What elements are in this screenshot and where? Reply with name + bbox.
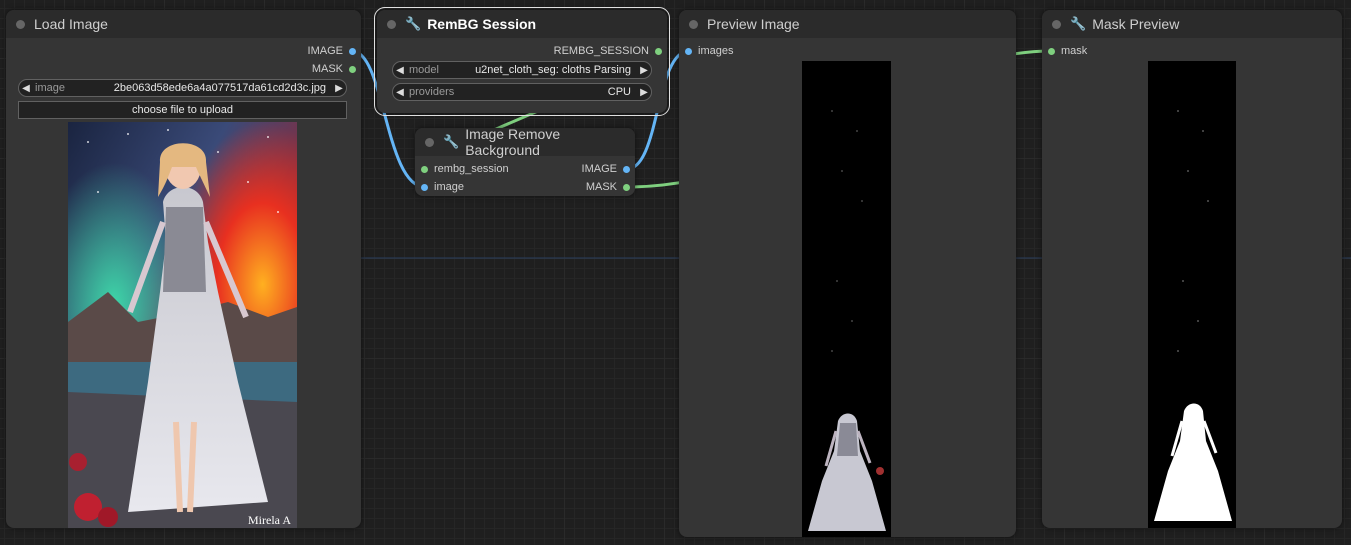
node-title-bar[interactable]: 🔧 RemBG Session bbox=[377, 10, 667, 38]
collapse-dot[interactable] bbox=[425, 137, 434, 147]
collapse-dot[interactable] bbox=[387, 19, 396, 29]
loaded-image-preview: Mirela A bbox=[68, 122, 297, 528]
arrow-right-icon[interactable]: ▶ bbox=[332, 83, 346, 94]
arrow-left-icon[interactable]: ◀ bbox=[19, 83, 33, 94]
node-title-bar[interactable]: Load Image bbox=[6, 10, 361, 38]
mask-image-preview bbox=[1148, 61, 1236, 528]
model-combo-widget[interactable]: ◀ model u2net_cloth_seg: cloths Parsing … bbox=[392, 61, 652, 79]
node-title-bar[interactable]: 🔧 Mask Preview bbox=[1042, 10, 1342, 38]
wrench-icon: 🔧 bbox=[1070, 16, 1087, 31]
wrench-icon: 🔧 bbox=[443, 134, 460, 149]
output-dot-mask[interactable] bbox=[623, 183, 630, 191]
node-title: Image Remove Background bbox=[465, 126, 561, 158]
arrow-left-icon[interactable]: ◀ bbox=[393, 87, 407, 98]
input-slot-rembg-session[interactable]: rembg_session bbox=[415, 160, 509, 178]
wrench-icon: 🔧 bbox=[405, 16, 422, 31]
input-slot-image[interactable]: image bbox=[415, 178, 464, 196]
output-slot-mask[interactable]: MASK bbox=[586, 178, 635, 196]
arrow-right-icon[interactable]: ▶ bbox=[637, 65, 651, 76]
input-dot-mask[interactable] bbox=[1048, 47, 1055, 55]
result-image-preview bbox=[802, 61, 891, 537]
collapse-dot[interactable] bbox=[689, 19, 698, 29]
woman-in-gown-image: Mirela A bbox=[68, 122, 297, 528]
node-title: Mask Preview bbox=[1092, 16, 1180, 32]
output-slot-image[interactable]: IMAGE bbox=[582, 160, 635, 178]
arrow-left-icon[interactable]: ◀ bbox=[393, 65, 407, 76]
collapse-dot[interactable] bbox=[1052, 19, 1061, 29]
output-dot-image[interactable] bbox=[623, 165, 630, 173]
node-title-bar[interactable]: 🔧 Image Remove Background bbox=[415, 126, 635, 158]
input-dot-image[interactable] bbox=[421, 183, 428, 191]
rembg-session-node[interactable]: 🔧 RemBG Session REMBG_SESSION ◀ model u2… bbox=[374, 7, 670, 116]
mask-silhouette-image bbox=[1154, 110, 1232, 521]
image-combo-widget[interactable]: ◀ image 2be063d58ede6a4a077517da61cd2d3c… bbox=[18, 79, 347, 97]
input-slot-mask[interactable]: mask bbox=[1042, 42, 1087, 60]
node-title: Preview Image bbox=[707, 16, 800, 32]
load-image-node[interactable]: Load Image IMAGE MASK ◀ image 2be063d58e… bbox=[6, 10, 361, 528]
watermark-text: Mirela A bbox=[248, 513, 291, 527]
output-slot-image[interactable]: IMAGE bbox=[308, 42, 361, 60]
mask-preview-node[interactable]: 🔧 Mask Preview mask bbox=[1042, 10, 1342, 528]
arrow-right-icon[interactable]: ▶ bbox=[637, 87, 651, 98]
cutout-gown-image bbox=[808, 110, 886, 531]
input-dot-images[interactable] bbox=[685, 47, 692, 55]
input-dot-rembg-session[interactable] bbox=[421, 165, 428, 173]
output-dot-image[interactable] bbox=[349, 47, 356, 55]
node-title: Load Image bbox=[34, 16, 108, 32]
providers-combo-widget[interactable]: ◀ providers CPU ▶ bbox=[392, 83, 652, 101]
preview-image-node[interactable]: Preview Image images bbox=[679, 10, 1016, 537]
output-slot-rembg-session[interactable]: REMBG_SESSION bbox=[554, 42, 667, 60]
input-slot-images[interactable]: images bbox=[679, 42, 733, 60]
node-title: RemBG Session bbox=[427, 16, 537, 32]
output-dot-mask[interactable] bbox=[349, 65, 356, 73]
node-title-bar[interactable]: Preview Image bbox=[679, 10, 1016, 38]
upload-button[interactable]: choose file to upload bbox=[18, 101, 347, 119]
output-dot-rembg-session[interactable] bbox=[655, 47, 662, 55]
collapse-dot[interactable] bbox=[16, 19, 25, 29]
output-slot-mask[interactable]: MASK bbox=[312, 60, 361, 78]
image-remove-background-node[interactable]: 🔧 Image Remove Background rembg_session … bbox=[415, 126, 635, 196]
